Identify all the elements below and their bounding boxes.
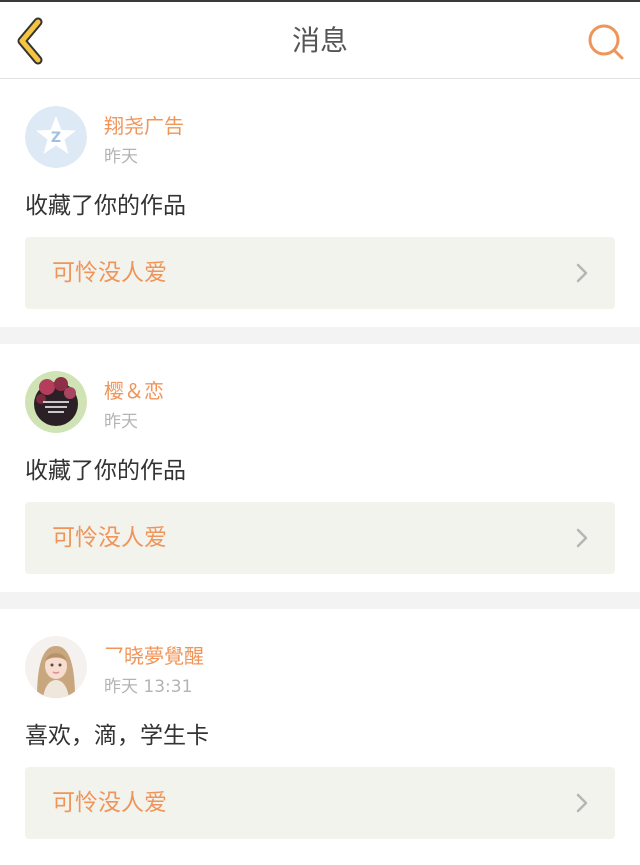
message-header: 乛晓夢覺醒 昨天 13:31 xyxy=(25,636,615,700)
avatar[interactable] xyxy=(25,636,87,698)
message-card: 乛晓夢覺醒 昨天 13:31 喜欢，滴，学生卡 可怜没人爱 xyxy=(0,609,640,865)
chevron-right-icon xyxy=(576,528,588,548)
avatar[interactable] xyxy=(25,371,87,433)
message-time: 昨天 13:31 xyxy=(104,677,193,697)
svg-text:Z: Z xyxy=(51,130,61,146)
chevron-right-icon xyxy=(576,793,588,813)
work-link[interactable]: 可怜没人爱 xyxy=(25,502,615,574)
message-time: 昨天 xyxy=(104,147,138,167)
message-card: 樱＆恋 昨天 收藏了你的作品 可怜没人爱 xyxy=(0,344,640,592)
message-text: 喜欢，滴，学生卡 xyxy=(25,723,209,749)
page-title: 消息 xyxy=(291,24,348,57)
work-title: 可怜没人爱 xyxy=(52,790,167,816)
search-button[interactable] xyxy=(586,22,626,62)
message-header: 樱＆恋 昨天 xyxy=(25,371,615,435)
avatar[interactable]: Z xyxy=(25,106,87,168)
sender-name[interactable]: 乛晓夢覺醒 xyxy=(104,640,204,669)
user-photo-avatar xyxy=(25,636,87,698)
qzone-default-avatar: Z xyxy=(25,106,87,168)
nav-header: 消息 xyxy=(0,2,640,79)
work-title: 可怜没人爱 xyxy=(52,260,167,286)
message-text: 收藏了你的作品 xyxy=(25,193,186,219)
user-photo-avatar xyxy=(25,371,87,433)
message-text: 收藏了你的作品 xyxy=(25,458,186,484)
sender-name[interactable]: 樱＆恋 xyxy=(104,375,164,404)
message-time: 昨天 xyxy=(104,412,138,432)
message-card: Z 翔尧广告 昨天 收藏了你的作品 可怜没人爱 xyxy=(0,79,640,327)
work-link[interactable]: 可怜没人爱 xyxy=(25,767,615,839)
search-icon xyxy=(588,24,624,60)
message-header: Z 翔尧广告 昨天 xyxy=(25,106,615,170)
chevron-right-icon xyxy=(576,263,588,283)
sender-name[interactable]: 翔尧广告 xyxy=(104,110,184,139)
work-link[interactable]: 可怜没人爱 xyxy=(25,237,615,309)
work-title: 可怜没人爱 xyxy=(52,525,167,551)
